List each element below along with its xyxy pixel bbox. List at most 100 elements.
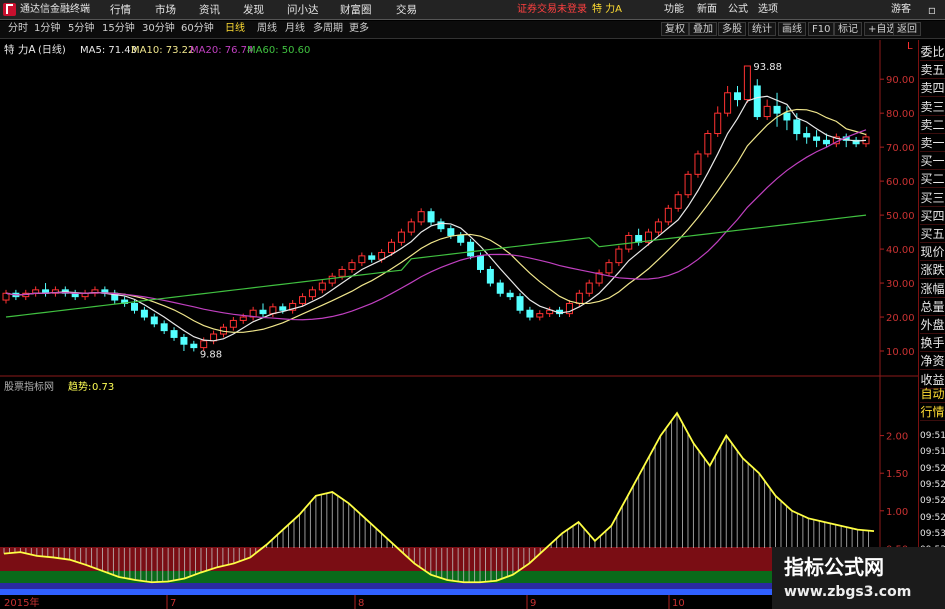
candle <box>625 232 633 253</box>
menu-item[interactable]: 交易 <box>396 3 417 17</box>
side-panel-item[interactable]: 卖五 <box>920 62 945 80</box>
menu-item[interactable]: 发现 <box>243 3 264 17</box>
period-tab[interactable]: 30分钟 <box>139 22 178 36</box>
toolbar-button[interactable]: 多股 <box>718 22 746 36</box>
side-time: 09:53 <box>920 528 945 539</box>
side-time: 09:52 <box>920 463 945 474</box>
menu-item[interactable]: 财富圈 <box>340 3 372 17</box>
side-panel-item[interactable]: 涨跌 <box>920 262 945 280</box>
stock-title: 特 力A <box>592 4 623 15</box>
chart-period-label: (日线) <box>38 43 66 56</box>
side-panel-item[interactable]: 买三 <box>920 190 945 207</box>
right-menu-item[interactable]: 新面 <box>697 3 717 17</box>
window-controls-icon[interactable]: ▫ <box>922 2 942 18</box>
toolbar-button[interactable]: 返回 <box>893 22 921 36</box>
y-tick-label: 30.00 <box>886 279 915 290</box>
side-panel-item[interactable]: 卖二 <box>920 117 945 134</box>
side-panel-item[interactable]: 净资 <box>920 353 945 371</box>
corner-l-label: L <box>907 41 913 52</box>
high-label: 93.88 <box>753 62 782 73</box>
side-time: 09:52 <box>920 479 945 490</box>
side-time: 09:51 <box>920 431 945 441</box>
side-panel-item[interactable]: 买五 <box>920 226 945 243</box>
side-panel-item[interactable]: 行情 <box>920 404 945 421</box>
candle <box>704 130 712 158</box>
ind-tick-label: 1.50 <box>886 469 908 480</box>
menu-item[interactable]: 问小达 <box>287 3 319 17</box>
ma-legend: MA20: 76.74 <box>190 45 253 56</box>
candle <box>615 245 623 267</box>
menu-item[interactable]: 资讯 <box>199 3 220 17</box>
quote-side-panel: 委比 卖五 卖四 卖三 卖二 卖一 买一 买二 买三 买四 买五 现价 涨跌 涨幅 总量 外盘 换手 净资 收益 自动… <box>918 40 945 609</box>
y-tick-label: 70.00 <box>886 143 915 154</box>
side-panel-item[interactable]: 买四 <box>920 208 945 225</box>
y-tick-label: 80.00 <box>886 109 915 120</box>
side-panel-item[interactable]: 买二 <box>920 171 945 189</box>
right-menu-item[interactable]: 选项 <box>758 3 778 17</box>
period-tab[interactable]: 分时 <box>5 22 31 36</box>
period-tab[interactable]: 60分钟 <box>178 22 217 36</box>
y-tick-label: 90.00 <box>886 75 915 86</box>
candle <box>743 65 751 103</box>
side-panel-item[interactable]: 换手 <box>920 335 945 353</box>
ma-legend: MA10: 73.22 <box>131 45 194 56</box>
period-tab[interactable]: 月线 <box>282 22 308 36</box>
side-time: 09:51 <box>920 447 945 458</box>
period-tab[interactable]: 日线 <box>222 22 248 36</box>
indicator-name[interactable]: 股票指标网 <box>4 380 54 393</box>
watermark-url: www.zbgs3.com <box>784 584 912 600</box>
toolbar-button[interactable]: 叠加 <box>689 22 717 36</box>
side-panel-item[interactable]: 现价 <box>920 244 945 262</box>
right-menu-item[interactable]: 公式 <box>728 3 748 17</box>
candle <box>467 238 475 260</box>
ind-tick-label: 1.00 <box>886 507 908 518</box>
side-panel-item[interactable]: 卖四 <box>920 80 945 98</box>
ind-tick-label: 2.00 <box>886 432 908 443</box>
side-time: 09:52 <box>920 512 945 523</box>
indicator-band <box>0 589 880 595</box>
side-panel-item[interactable]: 卖一 <box>920 135 945 152</box>
trend-value: 0.73 <box>92 382 114 393</box>
side-panel-item[interactable]: 买一 <box>920 153 945 171</box>
menu-bar: 通达信金融终端 证券交易未登录 特 力A 游客 ▫ 行情 市场 资讯 发现 问小达 财富圈… <box>0 0 945 20</box>
candle <box>694 150 702 178</box>
period-tab[interactable]: 5分钟 <box>65 22 97 36</box>
watermark-title: 指标公式网 <box>784 555 884 579</box>
period-tab[interactable]: 多周期 <box>310 22 346 36</box>
period-tab[interactable]: 周线 <box>254 22 280 36</box>
x-tick-label: 8 <box>358 598 364 609</box>
ma-legend: MA60: 50.60 <box>247 45 310 56</box>
kline-chart[interactable]: 90.00 80.00 70.00 60.00 50.00 40.00 30.00 20.00… <box>0 40 918 609</box>
toolbar-button[interactable]: 画线 <box>778 22 806 36</box>
side-panel-item[interactable]: 外盘 <box>920 317 945 334</box>
guest-label[interactable]: 游客 <box>891 3 911 17</box>
low-label: 9.88 <box>200 349 222 360</box>
side-time: 09:52 <box>920 496 945 507</box>
app-window: { "app": { "title": "通达信金融终端", "menu": [… <box>0 0 945 609</box>
side-panel-item[interactable]: 涨幅 <box>920 281 945 298</box>
x-tick-label: 7 <box>170 598 176 609</box>
chart-area[interactable]: 90.00 80.00 70.00 60.00 50.00 40.00 30.00 20.00… <box>0 40 945 609</box>
side-panel-item[interactable]: 委比 <box>920 44 945 61</box>
side-panel-item[interactable]: 自动 <box>920 386 945 403</box>
chart-background <box>0 40 918 609</box>
period-tab[interactable]: 更多 <box>346 22 372 36</box>
x-tick-label: 2015年 <box>4 596 39 609</box>
side-panel-item[interactable]: 卖三 <box>920 99 945 116</box>
side-panel-item[interactable]: 总量 <box>920 299 945 316</box>
menu-item[interactable]: 市场 <box>155 3 176 17</box>
x-tick-label: 9 <box>530 598 536 609</box>
menu-item[interactable]: 行情 <box>110 3 131 17</box>
chart-stock-label: 特 力A <box>4 43 36 56</box>
period-tab[interactable]: 15分钟 <box>99 22 138 36</box>
candle <box>684 170 692 199</box>
toolbar-button[interactable]: 复权 <box>661 22 689 36</box>
app-title: 通达信金融终端 <box>20 4 90 15</box>
login-notice[interactable]: 证券交易未登录 <box>517 3 587 17</box>
y-tick-label: 40.00 <box>886 245 915 256</box>
toolbar-button[interactable]: 统计 <box>748 22 776 36</box>
toolbar-button[interactable]: F10 <box>808 22 835 36</box>
period-tab[interactable]: 1分钟 <box>31 22 63 36</box>
toolbar-button[interactable]: 标记 <box>834 22 862 36</box>
right-menu-item[interactable]: 功能 <box>664 3 684 17</box>
